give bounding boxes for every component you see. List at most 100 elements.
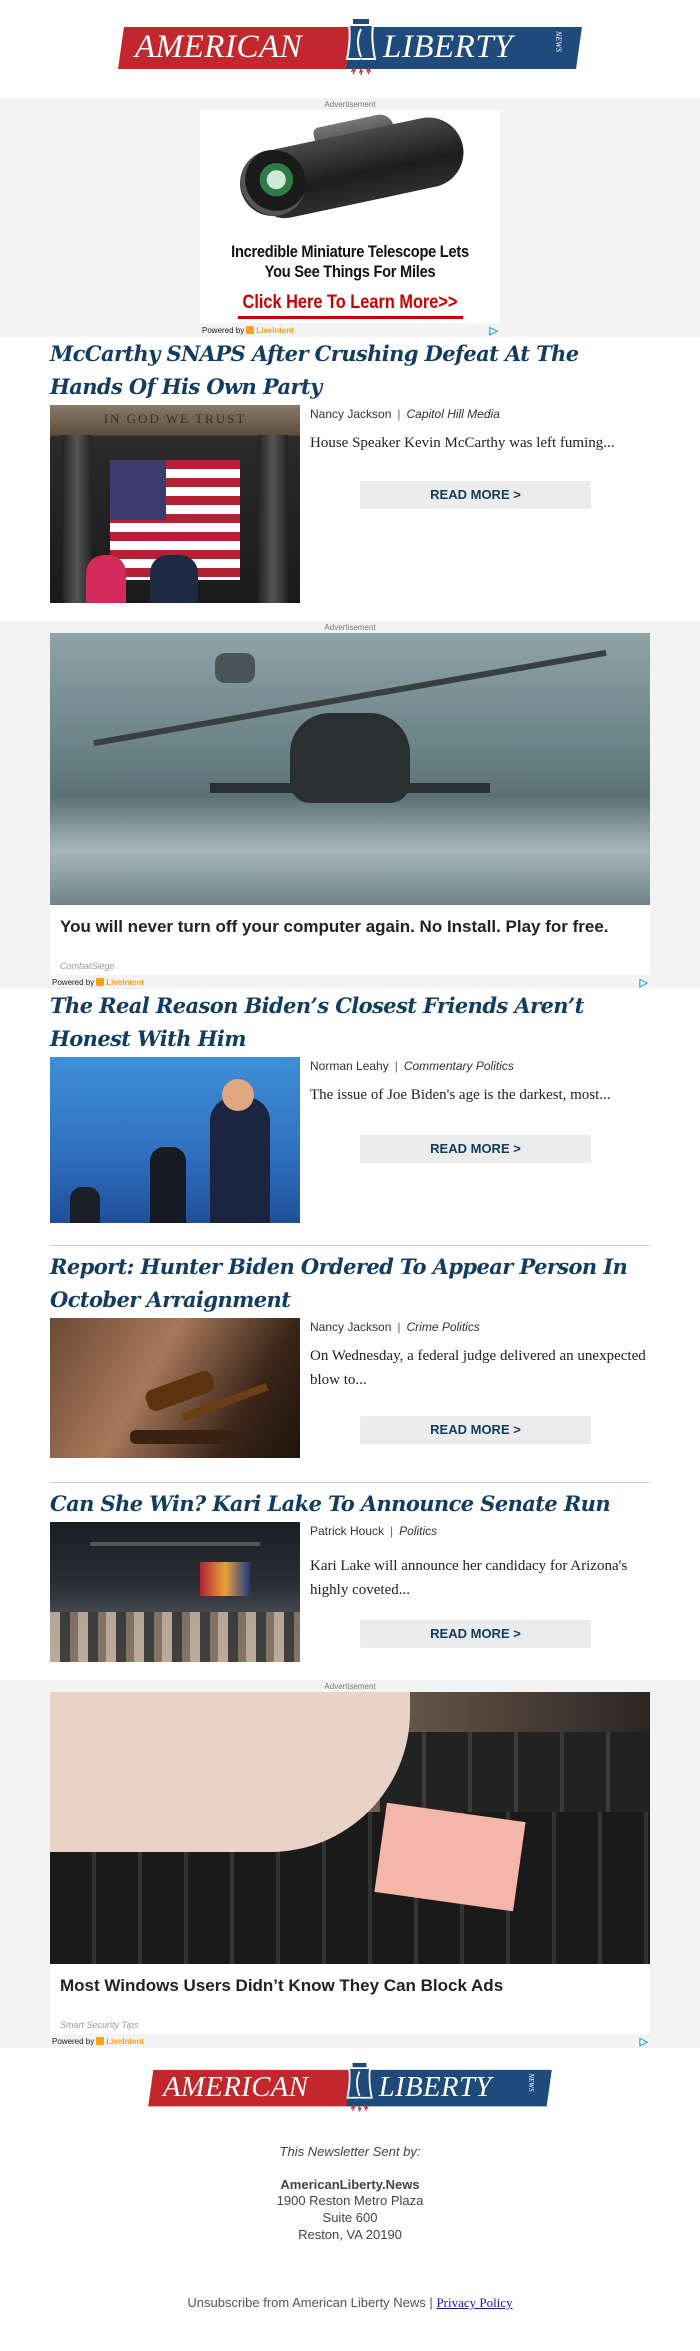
image-inscription: IN GOD WE TRUST [103, 411, 247, 426]
category[interactable]: Commentary Politics [404, 1059, 514, 1073]
org-name: AmericanLiberty.News [280, 2177, 420, 2192]
ad-telescope-image[interactable] [200, 110, 500, 242]
article-card: Can She Win? Kari Lake To Announce Senat… [0, 1483, 700, 1680]
byline-separator: | [397, 1320, 401, 1334]
read-more-button[interactable]: READ MORE > [360, 1416, 591, 1444]
column-right [258, 435, 288, 603]
person-far [70, 1187, 100, 1223]
footer-brand-logo[interactable]: AMERICAN LIBERTY NEWS [148, 2061, 552, 2117]
ad-game-headline[interactable]: You will never turn off your computer ag… [50, 905, 650, 961]
byline-separator: | [390, 1524, 394, 1538]
article-image[interactable] [50, 1318, 300, 1458]
article-byline: Nancy Jackson | Crime Politics [310, 1320, 650, 1334]
article-excerpt: The issue of Joe Biden's age is the dark… [310, 1087, 611, 1103]
author[interactable]: Patrick Houck [310, 1524, 384, 1538]
category[interactable]: Capitol Hill Media [407, 407, 500, 421]
background-helicopter [215, 653, 255, 683]
telescope-lens [240, 150, 306, 216]
ad-telescope[interactable]: Incredible Miniature Telescope Lets You … [200, 110, 500, 337]
powered-by-label: Powered by [52, 977, 95, 987]
author[interactable]: Norman Leahy [310, 1059, 389, 1073]
article-byline: Nancy Jackson | Capitol Hill Media [310, 407, 650, 421]
ad-telescope-headline[interactable]: Incredible Miniature Telescope Lets You … [221, 242, 479, 282]
footer-logo-area: AMERICAN LIBERTY NEWS [0, 2048, 700, 2130]
ad-section-game: Advertisement You will never turn off yo… [0, 621, 700, 989]
byline-separator: | [397, 407, 401, 421]
brand-logo[interactable]: AMERICAN LIBERTY NEWS [118, 17, 582, 81]
crowd [50, 1612, 300, 1662]
ad-sponsor[interactable]: Smart Security Tips [50, 2020, 650, 2034]
ad-adblock-headline[interactable]: Most Windows Users Didn’t Know They Can … [50, 1964, 650, 2020]
logo-news-tag: NEWS [554, 31, 564, 52]
article-image[interactable] [50, 1522, 300, 1662]
powered-by-bar: Powered by LiveIntent ▷ [50, 2034, 650, 2048]
read-more-button[interactable]: READ MORE > [360, 1620, 591, 1648]
sent-by-label: This Newsletter Sent by: [279, 2144, 421, 2159]
article-excerpt: Kari Lake will announce her candidacy fo… [310, 1558, 628, 1598]
adchoices-icon[interactable]: ▷ [640, 2035, 648, 2048]
read-more-button[interactable]: READ MORE > [360, 1135, 591, 1163]
article-card: McCarthy SNAPS After Crushing Defeat At … [0, 337, 700, 621]
article-byline: Norman Leahy | Commentary Politics [310, 1059, 650, 1073]
person-left [86, 555, 126, 603]
article-title[interactable]: Report: Hunter Biden Ordered To Appear P… [50, 1250, 650, 1316]
logo-news-tag: NEWS [527, 2073, 536, 2092]
article-image[interactable] [50, 1057, 300, 1223]
powered-by-bar: Powered by LiveIntent ▷ [200, 323, 500, 337]
liveintent-brand: LiveIntent [256, 325, 295, 335]
logo-word-right: LIBERTY [383, 29, 514, 65]
powered-by-text[interactable]: Powered by LiveIntent [52, 2036, 145, 2046]
ad-label: Advertisement [324, 100, 376, 109]
read-more-button[interactable]: READ MORE > [360, 481, 591, 509]
person-background [150, 1147, 186, 1223]
article-title[interactable]: McCarthy SNAPS After Crushing Defeat At … [50, 337, 650, 403]
powered-by-text[interactable]: Powered by LiveIntent [52, 977, 145, 987]
article-image[interactable]: IN GOD WE TRUST [50, 405, 300, 603]
stage-lights [90, 1542, 260, 1546]
ad-game[interactable]: You will never turn off your computer ag… [50, 633, 650, 989]
article-title[interactable]: The Real Reason Biden’s Closest Friends … [50, 989, 650, 1055]
person-head [222, 1079, 254, 1111]
category[interactable]: Crime Politics [407, 1320, 480, 1334]
adchoices-icon[interactable]: ▷ [490, 324, 498, 337]
ad-adblock-image[interactable] [50, 1692, 650, 1964]
powered-by-label: Powered by [52, 2036, 95, 2046]
liveintent-brand: LiveIntent [106, 2036, 145, 2046]
ad-label: Advertisement [324, 623, 376, 632]
footer-legal: Unsubscribe from American Liberty News |… [0, 2295, 700, 2323]
powered-by-text[interactable]: Powered by LiveIntent [202, 325, 295, 335]
keyboard-top-keys [380, 1732, 650, 1812]
ad-cta-underline [237, 316, 463, 319]
pink-card [374, 1802, 526, 1912]
author[interactable]: Nancy Jackson [310, 407, 391, 421]
address-line-1: 1900 Reston Metro Plaza [276, 2193, 424, 2208]
person-right [150, 555, 198, 603]
arizona-flag [200, 1562, 250, 1596]
powered-by-bar: Powered by LiveIntent ▷ [50, 975, 650, 989]
privacy-policy-link[interactable]: Privacy Policy [436, 2295, 512, 2310]
byline-separator: | [394, 1059, 398, 1073]
header-logo-area: AMERICAN LIBERTY NEWS [0, 0, 700, 98]
unsubscribe-link[interactable]: Unsubscribe from American Liberty News [187, 2295, 425, 2310]
address-line-3: Reston, VA 20190 [298, 2227, 402, 2242]
logo-word-left: AMERICAN [162, 2071, 309, 2103]
article-title[interactable]: Can She Win? Kari Lake To Announce Senat… [50, 1487, 650, 1520]
person-main [210, 1097, 270, 1223]
article-card: Report: Hunter Biden Ordered To Appear P… [0, 1246, 700, 1482]
ad-section-adblock: Advertisement Most Windows Users Didn’t … [0, 1680, 700, 2048]
liveintent-brand: LiveIntent [106, 977, 145, 987]
liveintent-logo-icon [96, 2036, 105, 2045]
adchoices-icon[interactable]: ▷ [640, 976, 648, 989]
logo-word-right: LIBERTY [378, 2071, 492, 2103]
author[interactable]: Nancy Jackson [310, 1320, 391, 1334]
address-line-2: Suite 600 [322, 2210, 378, 2225]
ad-game-image[interactable] [50, 633, 650, 905]
ad-adblock[interactable]: Most Windows Users Didn’t Know They Can … [50, 1692, 650, 2048]
ad-section-telescope: Advertisement Incredible Miniature Teles… [0, 98, 700, 337]
ad-sponsor[interactable]: CombatSiege [50, 961, 650, 975]
ad-telescope-cta[interactable]: Click Here To Learn More>> [221, 292, 479, 314]
helicopter-wings [210, 783, 490, 793]
category[interactable]: Politics [399, 1524, 437, 1538]
powered-by-label: Powered by [202, 325, 245, 335]
footer: AMERICAN LIBERTY NEWS This Newsletter Se… [0, 2048, 700, 2323]
